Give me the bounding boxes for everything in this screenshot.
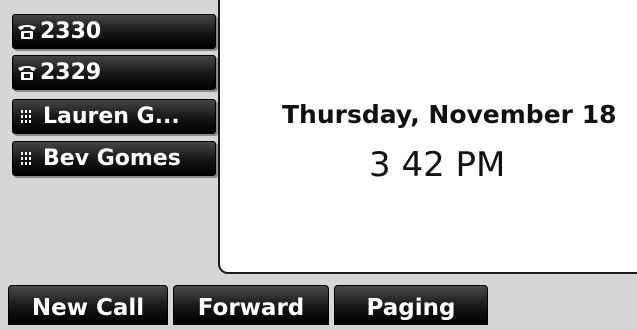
speed-dial-label: Lauren G... (43, 104, 180, 129)
phone-screen: 2330 2329 Lauren G... Bev Gomes Thursday… (0, 0, 637, 325)
line-key-label: 2329 (40, 60, 102, 85)
new-call-softkey[interactable]: New Call (8, 285, 168, 325)
idle-display-panel (218, 0, 637, 274)
time-display: 3 42 PM (369, 145, 506, 185)
speed-dial-lauren[interactable]: Lauren G... (12, 99, 216, 134)
paging-softkey[interactable]: Paging (334, 285, 488, 325)
speed-dial-bev-gomes[interactable]: Bev Gomes (12, 141, 216, 176)
forward-softkey[interactable]: Forward (173, 285, 329, 325)
speed-dial-grid-icon (21, 151, 35, 166)
speed-dial-label: Bev Gomes (43, 146, 181, 171)
phone-icon (17, 65, 37, 81)
line-key-2330[interactable]: 2330 (12, 14, 216, 49)
date-display: Thursday, November 18 (282, 100, 617, 129)
phone-icon (17, 24, 37, 40)
speed-dial-grid-icon (21, 109, 35, 124)
line-key-2329[interactable]: 2329 (12, 55, 216, 90)
line-key-label: 2330 (40, 19, 102, 44)
